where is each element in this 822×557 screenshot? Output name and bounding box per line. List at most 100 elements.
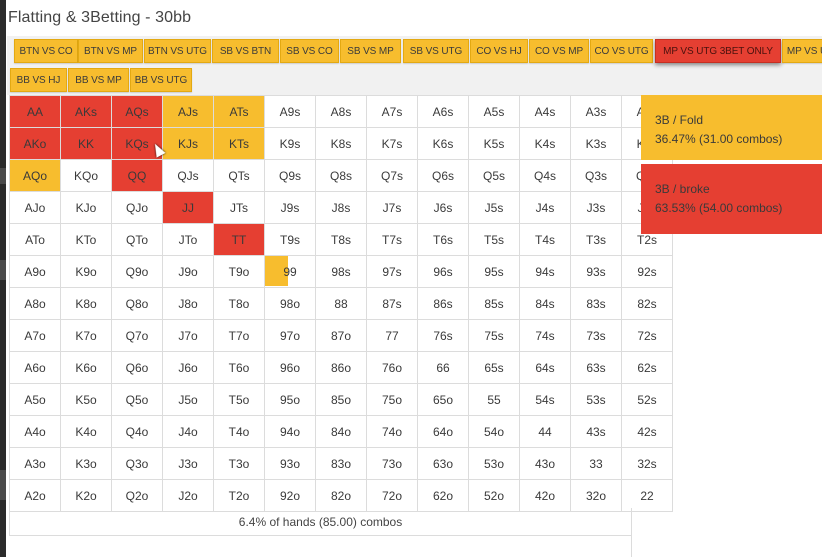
legend-3b-fold[interactable]: 3B / Fold 36.47% (31.00 combos)	[641, 95, 822, 160]
hand-cell[interactable]: 97s	[367, 256, 418, 288]
tab-sb-vs-mp[interactable]: SB VS MP	[340, 39, 401, 63]
hand-cell[interactable]: 92s	[622, 256, 673, 288]
hand-cell[interactable]: AQo	[10, 160, 61, 192]
hand-cell[interactable]: J3o	[163, 448, 214, 480]
hand-cell[interactable]: 82s	[622, 288, 673, 320]
hand-cell[interactable]: T4o	[214, 416, 265, 448]
tab-btn-vs-utg[interactable]: BTN VS UTG	[144, 39, 211, 63]
tab-mp-vs-utg-3bet-only[interactable]: MP VS UTG 3BET ONLY	[655, 39, 781, 63]
hand-cell[interactable]: T5s	[469, 224, 520, 256]
hand-cell[interactable]: 53o	[469, 448, 520, 480]
hand-cell[interactable]: 98s	[316, 256, 367, 288]
hand-cell[interactable]: Q3o	[112, 448, 163, 480]
hand-cell[interactable]: 64o	[418, 416, 469, 448]
hand-cell[interactable]: 33	[571, 448, 622, 480]
hand-cell[interactable]: JJ	[163, 192, 214, 224]
hand-cell[interactable]: KQo	[61, 160, 112, 192]
hand-cell[interactable]: T3o	[214, 448, 265, 480]
hand-cell[interactable]: A7o	[10, 320, 61, 352]
hand-cell[interactable]: T3s	[571, 224, 622, 256]
hand-cell[interactable]: T6o	[214, 352, 265, 384]
hand-cell[interactable]: 73s	[571, 320, 622, 352]
hand-cell[interactable]: AA	[10, 96, 61, 128]
hand-cell[interactable]: 77	[367, 320, 418, 352]
hand-cell[interactable]: 62s	[622, 352, 673, 384]
hand-cell[interactable]: A3s	[571, 96, 622, 128]
hand-cell[interactable]: Q4s	[520, 160, 571, 192]
hand-cell[interactable]: 93s	[571, 256, 622, 288]
hand-cell[interactable]: J9s	[265, 192, 316, 224]
hand-cell[interactable]: J8o	[163, 288, 214, 320]
hand-cell[interactable]: 93o	[265, 448, 316, 480]
hand-cell[interactable]: 98o	[265, 288, 316, 320]
hand-cell[interactable]: 99	[265, 256, 316, 288]
hand-cell[interactable]: 63s	[571, 352, 622, 384]
hand-cell[interactable]: 96o	[265, 352, 316, 384]
hand-cell[interactable]: 94s	[520, 256, 571, 288]
hand-cell[interactable]: T8s	[316, 224, 367, 256]
hand-cell[interactable]: K5s	[469, 128, 520, 160]
hand-cell[interactable]: 87s	[367, 288, 418, 320]
hand-cell[interactable]: 76o	[367, 352, 418, 384]
hand-cell[interactable]: 95o	[265, 384, 316, 416]
hand-cell[interactable]: AJo	[10, 192, 61, 224]
hand-cell[interactable]: AKs	[61, 96, 112, 128]
hand-cell[interactable]: QJo	[112, 192, 163, 224]
hand-cell[interactable]: 86s	[418, 288, 469, 320]
hand-cell[interactable]: 44	[520, 416, 571, 448]
hand-cell[interactable]: J5o	[163, 384, 214, 416]
hand-cell[interactable]: K3o	[61, 448, 112, 480]
hand-cell[interactable]: QJs	[163, 160, 214, 192]
hand-cell[interactable]: 76s	[418, 320, 469, 352]
hand-cell[interactable]: K4s	[520, 128, 571, 160]
hand-cell[interactable]: 64s	[520, 352, 571, 384]
hand-cell[interactable]: Q5s	[469, 160, 520, 192]
tab-btn-vs-co[interactable]: BTN VS CO	[14, 39, 78, 63]
hand-cell[interactable]: 72s	[622, 320, 673, 352]
tab-mp-vs-u[interactable]: MP VS U	[782, 39, 822, 63]
hand-cell[interactable]: 43s	[571, 416, 622, 448]
hand-cell[interactable]: K9o	[61, 256, 112, 288]
hand-cell[interactable]: A6o	[10, 352, 61, 384]
hand-cell[interactable]: ATo	[10, 224, 61, 256]
hand-cell[interactable]: J8s	[316, 192, 367, 224]
hand-cell[interactable]: T8o	[214, 288, 265, 320]
hand-cell[interactable]: QQ	[112, 160, 163, 192]
hand-cell[interactable]: 53s	[571, 384, 622, 416]
hand-cell[interactable]: A6s	[418, 96, 469, 128]
hand-cell[interactable]: K7s	[367, 128, 418, 160]
hand-cell[interactable]: KJs	[163, 128, 214, 160]
hand-cell[interactable]: A8o	[10, 288, 61, 320]
hand-cell[interactable]: Q6s	[418, 160, 469, 192]
hand-cell[interactable]: 73o	[367, 448, 418, 480]
hand-cell[interactable]: 32s	[622, 448, 673, 480]
legend-3b-broke[interactable]: 3B / broke 63.53% (54.00 combos)	[641, 164, 822, 234]
hand-cell[interactable]: Q7o	[112, 320, 163, 352]
hand-cell[interactable]: 75o	[367, 384, 418, 416]
hand-cell[interactable]: A9o	[10, 256, 61, 288]
hand-cell[interactable]: A5o	[10, 384, 61, 416]
hand-cell[interactable]: A5s	[469, 96, 520, 128]
hand-cell[interactable]: T5o	[214, 384, 265, 416]
hand-cell[interactable]: Q3s	[571, 160, 622, 192]
hand-cell[interactable]: A8s	[316, 96, 367, 128]
hand-cell[interactable]: QTo	[112, 224, 163, 256]
hand-cell[interactable]: T7o	[214, 320, 265, 352]
hand-cell[interactable]: Q5o	[112, 384, 163, 416]
tab-sb-vs-co[interactable]: SB VS CO	[280, 39, 339, 63]
hand-cell[interactable]: J6s	[418, 192, 469, 224]
hand-cell[interactable]: 84o	[316, 416, 367, 448]
tab-co-vs-mp[interactable]: CO VS MP	[529, 39, 589, 63]
hand-cell[interactable]: Q7s	[367, 160, 418, 192]
hand-cell[interactable]: A7s	[367, 96, 418, 128]
hand-cell[interactable]: 42s	[622, 416, 673, 448]
hand-cell[interactable]: J9o	[163, 256, 214, 288]
tab-sb-vs-utg[interactable]: SB VS UTG	[403, 39, 469, 63]
hand-cell[interactable]: 55	[469, 384, 520, 416]
tab-sb-vs-btn[interactable]: SB VS BTN	[212, 39, 279, 63]
hand-cell[interactable]: Q8o	[112, 288, 163, 320]
hand-cell[interactable]: J7o	[163, 320, 214, 352]
hand-cell[interactable]: 63o	[418, 448, 469, 480]
hand-cell[interactable]: TT	[214, 224, 265, 256]
hand-cell[interactable]: J4o	[163, 416, 214, 448]
